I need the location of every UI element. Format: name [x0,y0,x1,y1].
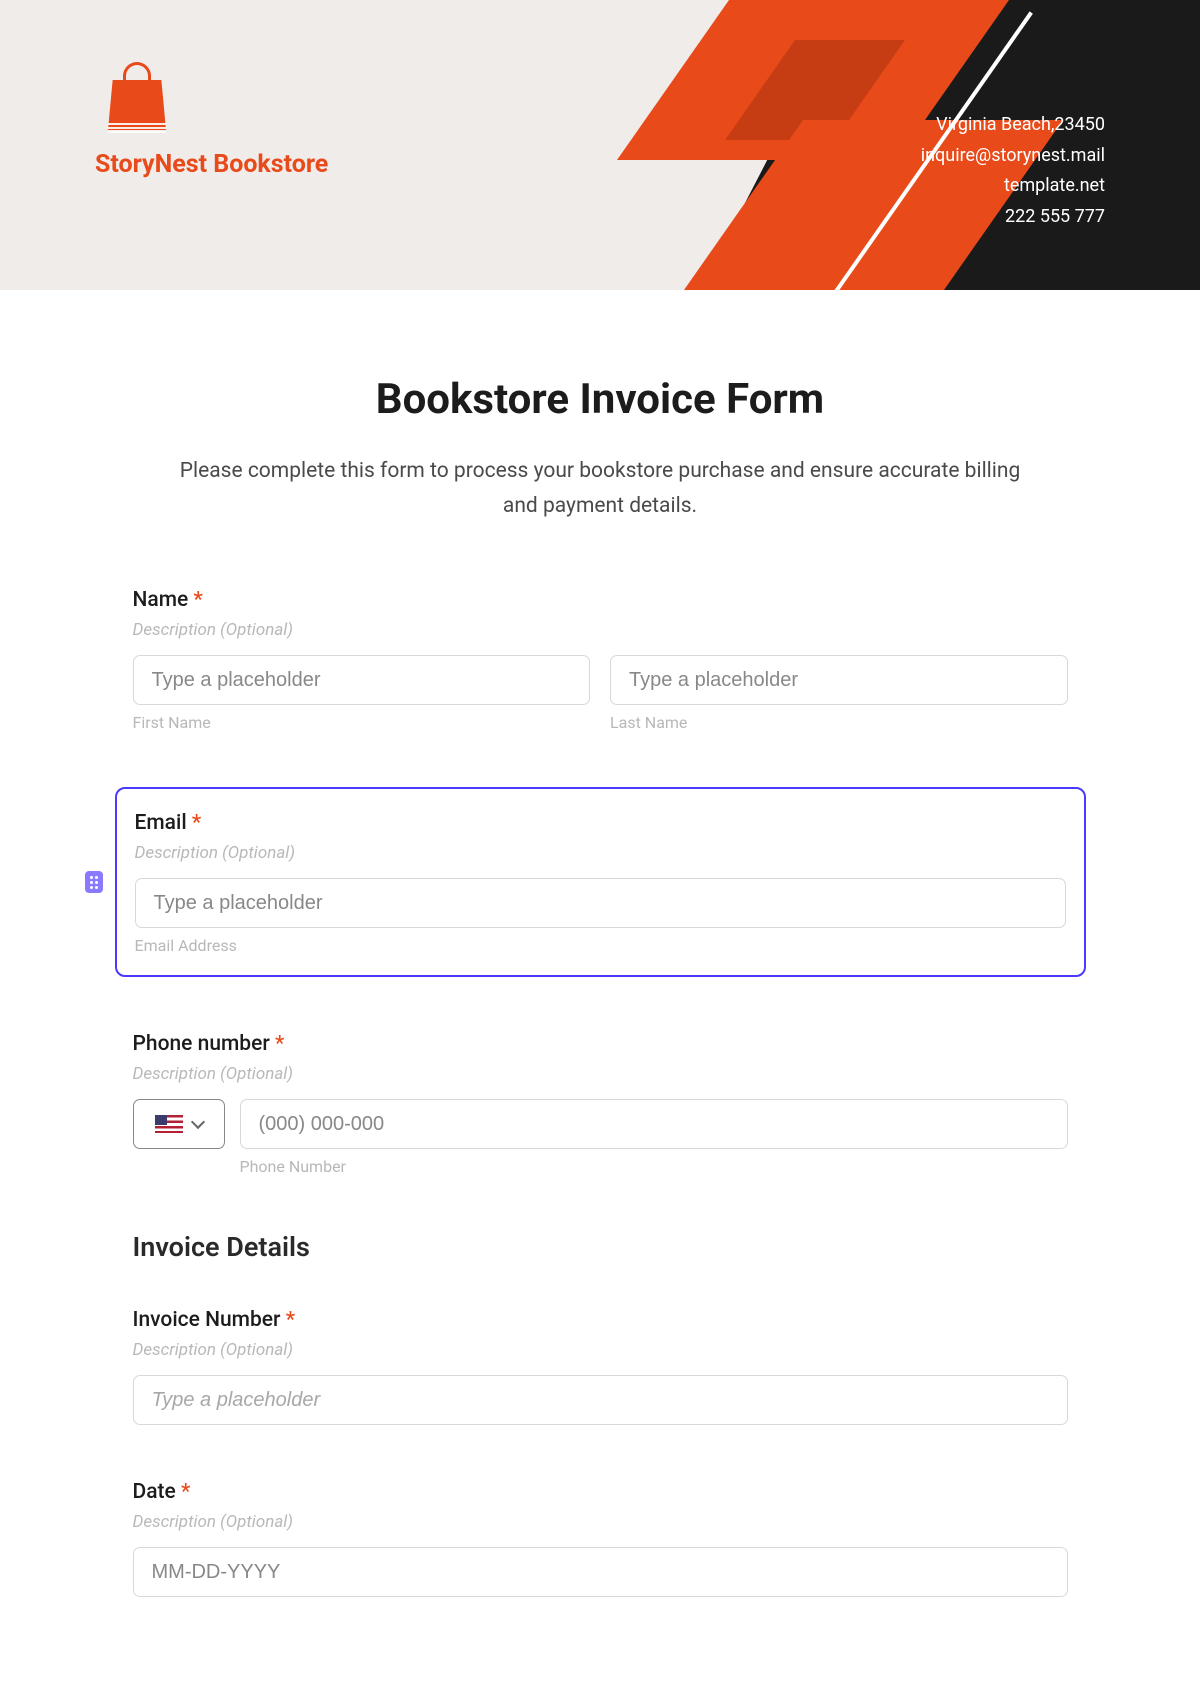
contact-website: template.net [921,171,1105,202]
email-desc: Description (Optional) [135,843,1066,863]
us-flag-icon [155,1115,183,1133]
chevron-down-icon [190,1115,204,1129]
contact-address: Virginia Beach,23450 [921,110,1105,141]
first-name-input[interactable] [133,655,591,705]
contact-phone: 222 555 777 [921,202,1105,233]
invoice-number-input[interactable] [133,1375,1068,1425]
required-indicator: * [286,1308,295,1332]
email-field-group[interactable]: Email * Description (Optional) Email Add… [115,787,1086,977]
phone-desc: Description (Optional) [133,1064,1068,1084]
date-label: Date * [133,1480,1068,1504]
phone-sublabel: Phone Number [240,1157,1068,1176]
phone-input[interactable] [240,1099,1068,1149]
required-indicator: * [192,811,201,835]
header-banner: StoryNest Bookstore Virginia Beach,23450… [0,0,1200,290]
contact-email: inquire@storynest.mail [921,141,1105,172]
shopping-bag-icon [105,70,170,135]
drag-handle-icon[interactable] [85,871,103,893]
form-title: Bookstore Invoice Form [133,375,1068,424]
country-code-select[interactable] [133,1099,225,1149]
name-desc: Description (Optional) [133,620,1068,640]
last-name-input[interactable] [610,655,1068,705]
phone-label: Phone number * [133,1032,1068,1056]
last-name-sublabel: Last Name [610,713,1068,732]
logo-section: StoryNest Bookstore [95,70,328,179]
name-label: Name * [133,588,1068,612]
email-input[interactable] [135,878,1066,928]
required-indicator: * [194,588,203,612]
invoice-number-field-group: Invoice Number * Description (Optional) [133,1308,1068,1425]
email-label: Email * [135,811,1066,835]
form-description: Please complete this form to process you… [165,454,1035,523]
date-field-group: Date * Description (Optional) [133,1480,1068,1597]
required-indicator: * [275,1032,284,1056]
email-sublabel: Email Address [135,936,1066,955]
phone-field-group: Phone number * Description (Optional) Ph… [133,1032,1068,1176]
date-input[interactable] [133,1547,1068,1597]
name-field-group: Name * Description (Optional) First Name… [133,588,1068,732]
brand-name: StoryNest Bookstore [95,150,328,179]
contact-info: Virginia Beach,23450 inquire@storynest.m… [921,110,1105,232]
header-graphic [580,0,1200,290]
invoice-number-desc: Description (Optional) [133,1340,1068,1360]
invoice-details-heading: Invoice Details [133,1231,1068,1263]
required-indicator: * [181,1480,190,1504]
first-name-sublabel: First Name [133,713,591,732]
form-container: Bookstore Invoice Form Please complete t… [133,290,1068,1597]
invoice-number-label: Invoice Number * [133,1308,1068,1332]
date-desc: Description (Optional) [133,1512,1068,1532]
